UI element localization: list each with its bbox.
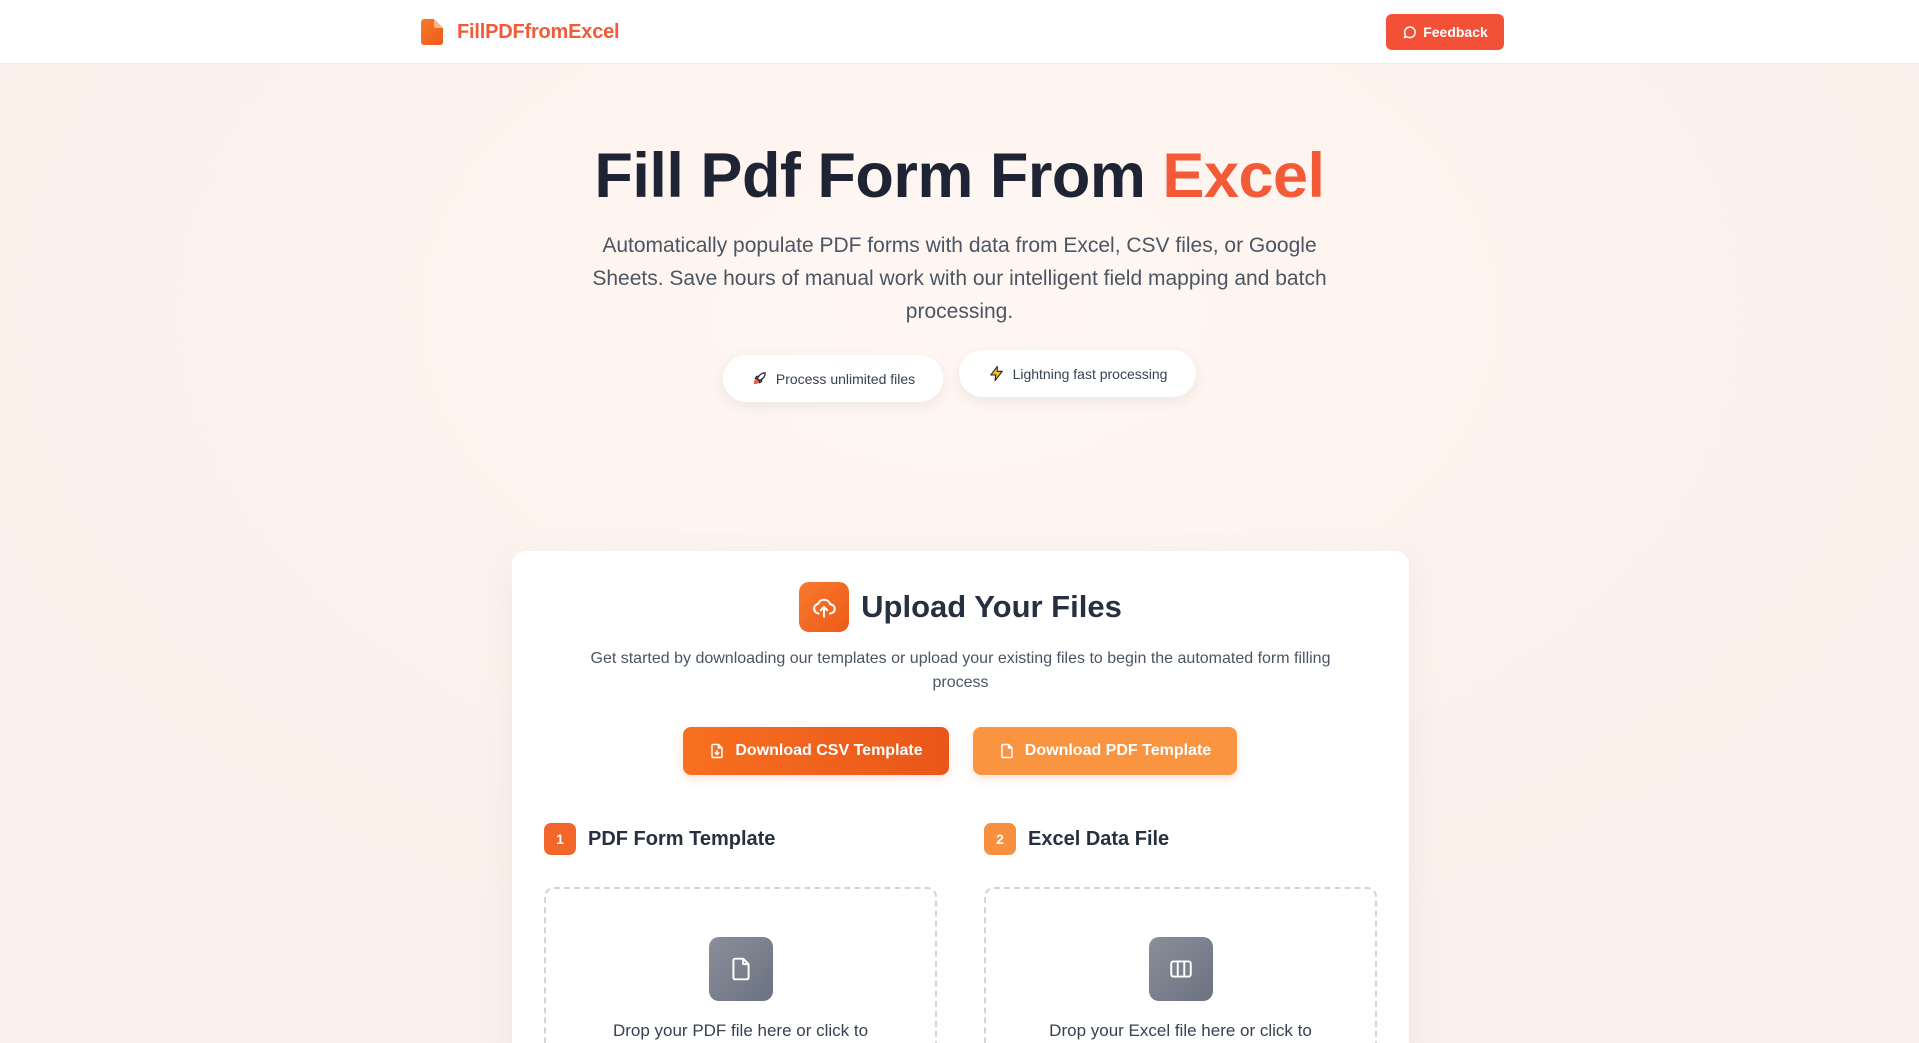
chat-bubble-icon [1403,25,1417,38]
feedback-label: Feedback [1423,24,1488,40]
upload-card: Upload Your Files Get started by downloa… [512,551,1409,1043]
upload-description: Get started by downloading our templates… [590,650,1331,691]
download-csv-template-button[interactable]: Download CSV Template [683,727,949,775]
pdf-dropzone[interactable]: Drop your PDF file here or click to [544,887,937,1043]
upload-badge [799,582,850,632]
upload-title: Upload Your Files [861,589,1122,624]
download-csv-label: Download CSV Template [735,742,923,759]
step-number-badge: 1 [544,823,576,855]
excel-dropzone-text: Drop your Excel file here or click to [1049,1021,1312,1040]
feature-pill-fast: Lightning fast processing [959,350,1196,397]
hero-subtitle: Automatically populate PDF forms with da… [592,234,1327,323]
brand-logo-link[interactable]: FillPDFfromExcel [421,19,620,45]
pdf-dropzone-text: Drop your PDF file here or click to [612,1021,869,1040]
top-nav-bar: FillPDFfromExcel Feedback [0,0,1919,64]
columns-icon [1170,960,1192,978]
step-label: PDF Form Template [588,827,776,850]
excel-dropzone-badge [1149,937,1213,1001]
hero-title-accent: Excel [1162,141,1325,211]
rocket-icon [753,372,766,385]
step-number-badge: 2 [984,823,1016,855]
document-icon [732,957,750,981]
cloud-upload-icon [813,598,836,618]
file-icon [421,19,443,45]
brand-name: FillPDFfromExcel [457,20,620,43]
hero-title-main: Fill Pdf Form From [594,141,1163,211]
feature-pill-label: Lightning fast processing [1012,365,1168,382]
step-pdf-form-template: 1 PDF Form Template [544,823,775,855]
file-download-icon [711,743,724,759]
upload-card-header: Upload Your Files [512,582,1409,632]
download-pdf-template-button[interactable]: Download PDF Template [973,727,1237,775]
pdf-dropzone-badge [709,937,773,1001]
lightning-icon [989,365,1003,382]
step-label: Excel Data File [1028,827,1170,850]
file-icon [1001,743,1013,759]
step-excel-data-file: 2 Excel Data File [984,823,1169,855]
hero-title: Fill Pdf Form From Excel [0,136,1919,216]
download-pdf-label: Download PDF Template [1024,742,1212,759]
feedback-button[interactable]: Feedback [1386,14,1504,50]
excel-dropzone[interactable]: Drop your Excel file here or click to [984,887,1377,1043]
feature-pill-unlimited: Process unlimited files [723,355,943,402]
feature-pill-label: Process unlimited files [775,370,916,387]
